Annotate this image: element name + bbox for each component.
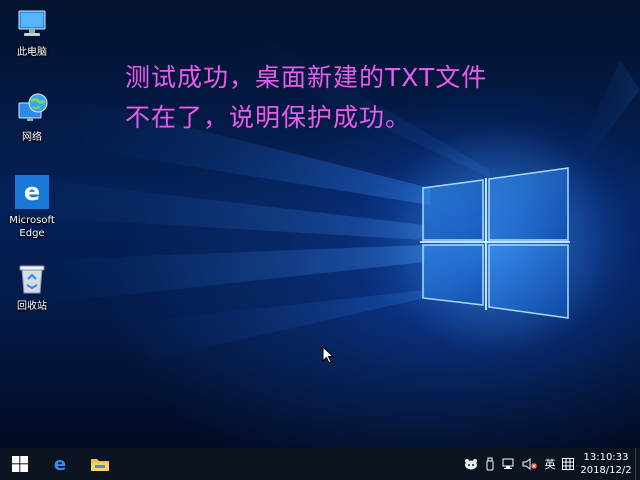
desktop-icon-this-pc[interactable]: 此电脑 <box>4 6 60 59</box>
volume-muted-icon[interactable] <box>519 448 541 480</box>
edge-icon: e <box>14 174 50 210</box>
usb-icon[interactable] <box>481 448 499 480</box>
desktop-icon-label-line1: Microsoft <box>9 215 55 226</box>
svg-text:e: e <box>24 178 40 206</box>
system-tray: 英 13:10:33 2018/12/2 <box>461 448 640 480</box>
tray-app-icon[interactable] <box>461 448 481 480</box>
desktop-icon-label: Microsoft Edge <box>2 214 62 240</box>
network-icon <box>14 91 50 127</box>
ime-indicator[interactable]: 英 <box>541 448 559 480</box>
network-icon[interactable] <box>499 448 519 480</box>
desktop-icon-label: 网络 <box>22 132 42 143</box>
start-button[interactable] <box>0 448 40 480</box>
show-desktop-button[interactable] <box>635 448 640 480</box>
taskbar-clock[interactable]: 13:10:33 2018/12/2 <box>577 451 635 477</box>
taskbar: e 英 13:10:33 2018/12/2 <box>0 448 640 480</box>
clock-date: 2018/12/2 <box>580 465 632 476</box>
recycle-bin-icon <box>14 260 50 296</box>
desktop-icon-label: 回收站 <box>17 301 47 312</box>
desktop-icon-label-line2: Edge <box>19 228 45 239</box>
desktop-icon-label: 此电脑 <box>17 47 47 58</box>
mouse-cursor-icon <box>322 346 334 364</box>
file-explorer-icon <box>91 459 109 471</box>
edge-icon: e <box>54 454 66 474</box>
clock-time: 13:10:33 <box>583 452 629 463</box>
annotation-text: 测试成功，桌面新建的TXT文件 不在了，说明保护成功。 <box>125 58 487 138</box>
taskbar-edge-button[interactable]: e <box>40 448 80 480</box>
taskbar-file-explorer-button[interactable] <box>80 448 120 480</box>
annotation-line-2: 不在了，说明保护成功。 <box>125 103 412 132</box>
desktop[interactable]: 此电脑 网络 e Microsoft Edge 回收站 测试成功，桌面新建的TX… <box>0 0 640 448</box>
desktop-icon-recycle-bin[interactable]: 回收站 <box>4 260 60 313</box>
desktop-icon-network[interactable]: 网络 <box>4 91 60 144</box>
desktop-icon-edge[interactable]: e Microsoft Edge <box>4 174 60 240</box>
annotation-line-1: 测试成功，桌面新建的TXT文件 <box>125 63 488 92</box>
windows-start-icon <box>12 456 28 472</box>
keyboard-grid-icon[interactable] <box>559 448 577 480</box>
svg-text:e: e <box>54 454 66 474</box>
this-pc-icon <box>14 6 50 42</box>
